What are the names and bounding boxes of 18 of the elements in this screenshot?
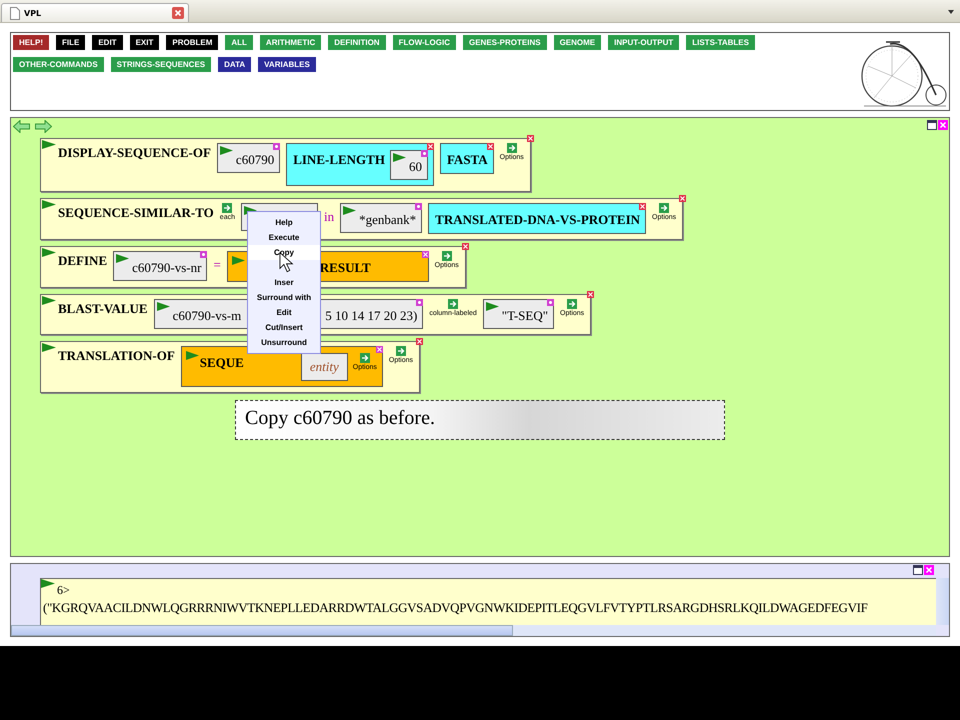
keyword-text: FASTA (446, 152, 488, 168)
block-title: SEQUENCE-SIMILAR-TO (58, 205, 214, 221)
tab-title: VPL (24, 8, 42, 18)
argument-text: c60790-vs-m (172, 308, 242, 324)
block-title: TRANSLATION-OF (58, 348, 175, 364)
keyword-text: RESULT (320, 260, 371, 276)
prompt-text: 6> (57, 583, 71, 598)
keyword-text: in (324, 209, 334, 225)
argument-text: 5 10 14 17 20 23) (325, 308, 418, 324)
keyword-text: LINE-LENGTH (293, 152, 385, 168)
keyword-text: = (213, 257, 221, 273)
block-title: BLAST-VALUE (58, 301, 148, 317)
result-text: ("KGRQVAACILDNWLQGRRRNIWVTKNEPLLEDARRDWTALGGVSADVQPVGNWKIDEPITLEQGVLFVTYPTLRSARGDHSRLKQILDWAGEDFEGVIF (43, 600, 868, 616)
keyword-text: TRANSLATED-DNA-VS-PROTEIN (435, 212, 640, 228)
block-title: DISPLAY-SEQUENCE-OF (58, 145, 211, 161)
keyword-text: SEQUE (200, 355, 244, 371)
tooltip: Copy c60790 as before. (235, 400, 725, 440)
block-title: DEFINE (58, 253, 108, 269)
